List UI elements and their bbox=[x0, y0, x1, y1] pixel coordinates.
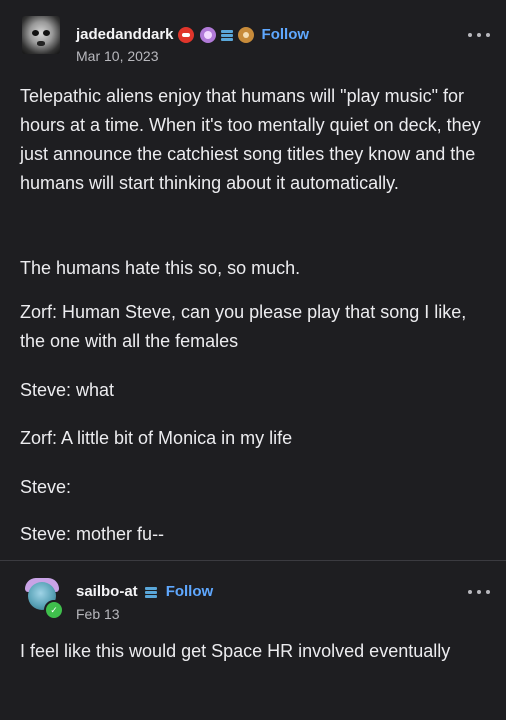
post-paragraph: Steve: bbox=[20, 477, 72, 497]
post-paragraph: I feel like this would get Space HR invo… bbox=[20, 641, 451, 661]
post-paragraph: Steve: mother fu-- bbox=[20, 524, 165, 544]
post-paragraph: Zorf: A little bit of Monica in my life bbox=[20, 428, 293, 448]
avatar-eye-right bbox=[43, 30, 50, 36]
badge-icon bbox=[177, 26, 194, 43]
post-header: sailbo-at Follow bbox=[76, 583, 213, 600]
post-date[interactable]: Feb 13 bbox=[76, 606, 120, 622]
avatar[interactable] bbox=[22, 16, 60, 54]
community-label-icon bbox=[144, 585, 158, 599]
post-date[interactable]: Mar 10, 2023 bbox=[76, 48, 159, 64]
post-paragraph: The humans hate this so, so much. bbox=[20, 258, 301, 278]
online-badge-icon: ✓ bbox=[44, 600, 64, 620]
more-options-icon[interactable] bbox=[468, 589, 490, 595]
original-post: jadedanddark Follow Mar 10, 2023 Telepat… bbox=[0, 0, 506, 568]
more-options-icon[interactable] bbox=[468, 32, 490, 38]
avatar[interactable]: ✓ bbox=[22, 576, 64, 620]
post-paragraph: Zorf: Human Steve, can you please play t… bbox=[20, 302, 467, 351]
avatar-eye-left bbox=[32, 30, 39, 36]
follow-button[interactable]: Follow bbox=[166, 583, 214, 600]
reply-post: ✓ sailbo-at Follow Feb 13 I feel like th… bbox=[0, 568, 506, 720]
username[interactable]: sailbo-at bbox=[76, 583, 138, 600]
badge-icon bbox=[237, 26, 254, 43]
divider bbox=[0, 560, 506, 561]
follow-button[interactable]: Follow bbox=[262, 26, 310, 43]
post-paragraph: Steve: what bbox=[20, 380, 115, 400]
post-header: jadedanddark Follow bbox=[76, 26, 309, 43]
community-label-icon bbox=[220, 28, 234, 42]
username[interactable]: jadedanddark bbox=[76, 26, 174, 43]
avatar-mouth bbox=[37, 41, 45, 46]
badge-icon bbox=[199, 26, 216, 43]
post-paragraph: Telepathic aliens enjoy that humans will… bbox=[20, 86, 481, 193]
